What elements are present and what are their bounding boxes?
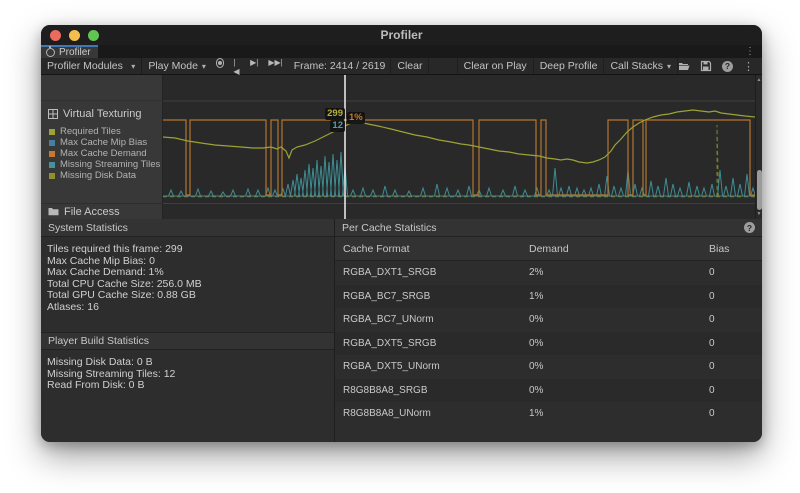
- minimize-window-button[interactable]: [69, 30, 80, 41]
- next-frame-button[interactable]: ▶|: [245, 58, 263, 74]
- table-row[interactable]: RGBA_DXT5_UNorm 0% 0: [335, 355, 762, 379]
- call-stacks-dropdown[interactable]: Call Stacks ▾: [603, 58, 678, 74]
- legend-color-chip: [49, 140, 55, 146]
- scroll-down-icon[interactable]: ▼: [756, 211, 762, 217]
- help-icon[interactable]: ?: [744, 222, 755, 233]
- play-mode-dropdown[interactable]: Play Mode ▾: [142, 58, 212, 74]
- chevron-down-icon: ▾: [202, 62, 206, 71]
- cache-table-rows: RGBA_DXT1_SRGB 2% 0 RGBA_BC7_SRGB 1% 0 R…: [335, 261, 762, 426]
- cursor-missing-tiles-label: 12: [330, 120, 345, 132]
- tab-menu-kebab-icon[interactable]: ⋮: [745, 45, 755, 58]
- toolbar-spacer: [429, 58, 457, 74]
- scroll-up-icon[interactable]: ▲: [756, 77, 762, 83]
- system-statistics-panel: System Statistics Tiles required this fr…: [41, 219, 335, 442]
- virtual-texturing-module[interactable]: Virtual Texturing Required Tiles Max Cac…: [41, 101, 162, 203]
- profiler-window: Profiler Profiler ⋮ Profiler Modules ▾ P…: [41, 25, 762, 442]
- table-row[interactable]: RGBA_BC7_SRGB 1% 0: [335, 285, 762, 309]
- atlas-grid-icon: [48, 109, 58, 119]
- module-title: Virtual Texturing: [63, 108, 141, 120]
- scrollbar-thumb[interactable]: [757, 170, 762, 210]
- save-profile-icon[interactable]: [700, 60, 712, 72]
- player-build-statistics-body: Missing Disk Data: 0 B Missing Streaming…: [41, 350, 334, 392]
- modules-sidebar: Virtual Texturing Required Tiles Max Cac…: [41, 75, 163, 219]
- previous-module-band: [41, 75, 162, 101]
- module-title: File Access: [64, 206, 120, 218]
- chart-content-area: Virtual Texturing Required Tiles Max Cac…: [41, 75, 762, 219]
- file-access-module[interactable]: File Access: [41, 203, 162, 219]
- legend-item[interactable]: Missing Streaming Tiles: [49, 159, 162, 170]
- close-window-button[interactable]: [50, 30, 61, 41]
- maximize-window-button[interactable]: [88, 30, 99, 41]
- traffic-lights: [50, 30, 99, 41]
- tab-profiler[interactable]: Profiler: [41, 45, 98, 58]
- table-row[interactable]: RGBA_DXT5_SRGB 0% 0: [335, 332, 762, 356]
- frame-counter: Frame: 2414 / 2619: [288, 58, 392, 74]
- previous-frame-button[interactable]: |◀: [228, 58, 245, 74]
- tab-bar: Profiler ⋮: [41, 45, 762, 58]
- system-statistics-header: System Statistics: [41, 219, 334, 237]
- legend-item[interactable]: Required Tiles: [49, 126, 162, 137]
- legend-color-chip: [49, 129, 55, 135]
- load-profile-icon[interactable]: [678, 60, 690, 72]
- cursor-demand-label: 1%: [347, 112, 365, 124]
- legend-color-chip: [49, 173, 55, 179]
- window-title: Profiler: [380, 28, 422, 42]
- profiler-stopwatch-icon: [46, 48, 55, 57]
- current-frame-button[interactable]: ▶▶|: [263, 58, 287, 74]
- table-row[interactable]: RGBA_BC7_UNorm 0% 0: [335, 308, 762, 332]
- per-cache-statistics-panel: Per Cache Statistics ? Cache Format Dema…: [335, 219, 762, 442]
- profiler-toolbar: Profiler Modules ▾ Play Mode ▾ |◀ ▶| ▶▶|…: [41, 58, 762, 75]
- cursor-required-tiles-label: 299: [325, 108, 345, 120]
- chevron-down-icon: ▾: [131, 62, 135, 71]
- column-header[interactable]: Demand: [521, 243, 701, 255]
- system-statistics-body: Tiles required this frame: 299 Max Cache…: [41, 237, 334, 332]
- per-cache-statistics-header: Per Cache Statistics ?: [335, 219, 762, 237]
- table-row[interactable]: R8G8B8A8_UNorm 1% 0: [335, 402, 762, 426]
- details-area: System Statistics Tiles required this fr…: [41, 219, 762, 442]
- stat-line: Tiles required this frame: 299: [47, 244, 334, 256]
- legend-color-chip: [49, 162, 55, 168]
- column-header[interactable]: Cache Format: [335, 243, 521, 255]
- legend-item[interactable]: Max Cache Demand: [49, 148, 162, 159]
- column-header[interactable]: Bias: [701, 243, 762, 255]
- legend-item[interactable]: Missing Disk Data: [49, 170, 162, 181]
- stat-line: Atlases: 16: [47, 302, 334, 314]
- help-icon[interactable]: ?: [722, 61, 733, 72]
- cache-table-column-headers: Cache Format Demand Bias: [335, 237, 762, 261]
- chevron-down-icon: ▾: [667, 62, 671, 71]
- legend-color-chip: [49, 151, 55, 157]
- virtual-texturing-chart: [163, 75, 755, 219]
- clear-button[interactable]: Clear: [390, 58, 429, 74]
- tab-label: Profiler: [59, 47, 91, 58]
- folder-icon: [48, 207, 59, 216]
- toolbar-right-icons: ? ⋮: [678, 58, 762, 74]
- table-row[interactable]: R8G8B8A8_SRGB 0% 0: [335, 379, 762, 403]
- toolbar-menu-kebab-icon[interactable]: ⋮: [743, 60, 754, 73]
- title-bar: Profiler: [41, 25, 762, 45]
- profiler-modules-dropdown[interactable]: Profiler Modules ▾: [41, 58, 142, 74]
- record-icon[interactable]: [216, 58, 224, 68]
- legend-item[interactable]: Max Cache Mip Bias: [49, 137, 162, 148]
- module-legend: Required Tiles Max Cache Mip Bias Max Ca…: [41, 126, 162, 181]
- player-build-statistics-header: Player Build Statistics: [41, 332, 334, 350]
- table-row[interactable]: RGBA_DXT1_SRGB 2% 0: [335, 261, 762, 285]
- chart-vertical-scrollbar[interactable]: ▲ ▼: [755, 75, 762, 219]
- clear-on-play-toggle[interactable]: Clear on Play: [457, 58, 534, 74]
- deep-profile-toggle[interactable]: Deep Profile: [533, 58, 605, 74]
- timeline-chart[interactable]: 299 12 1%: [163, 75, 755, 219]
- stat-line: Read From Disk: 0 B: [47, 380, 334, 392]
- stat-line: Missing Disk Data: 0 B: [47, 357, 334, 369]
